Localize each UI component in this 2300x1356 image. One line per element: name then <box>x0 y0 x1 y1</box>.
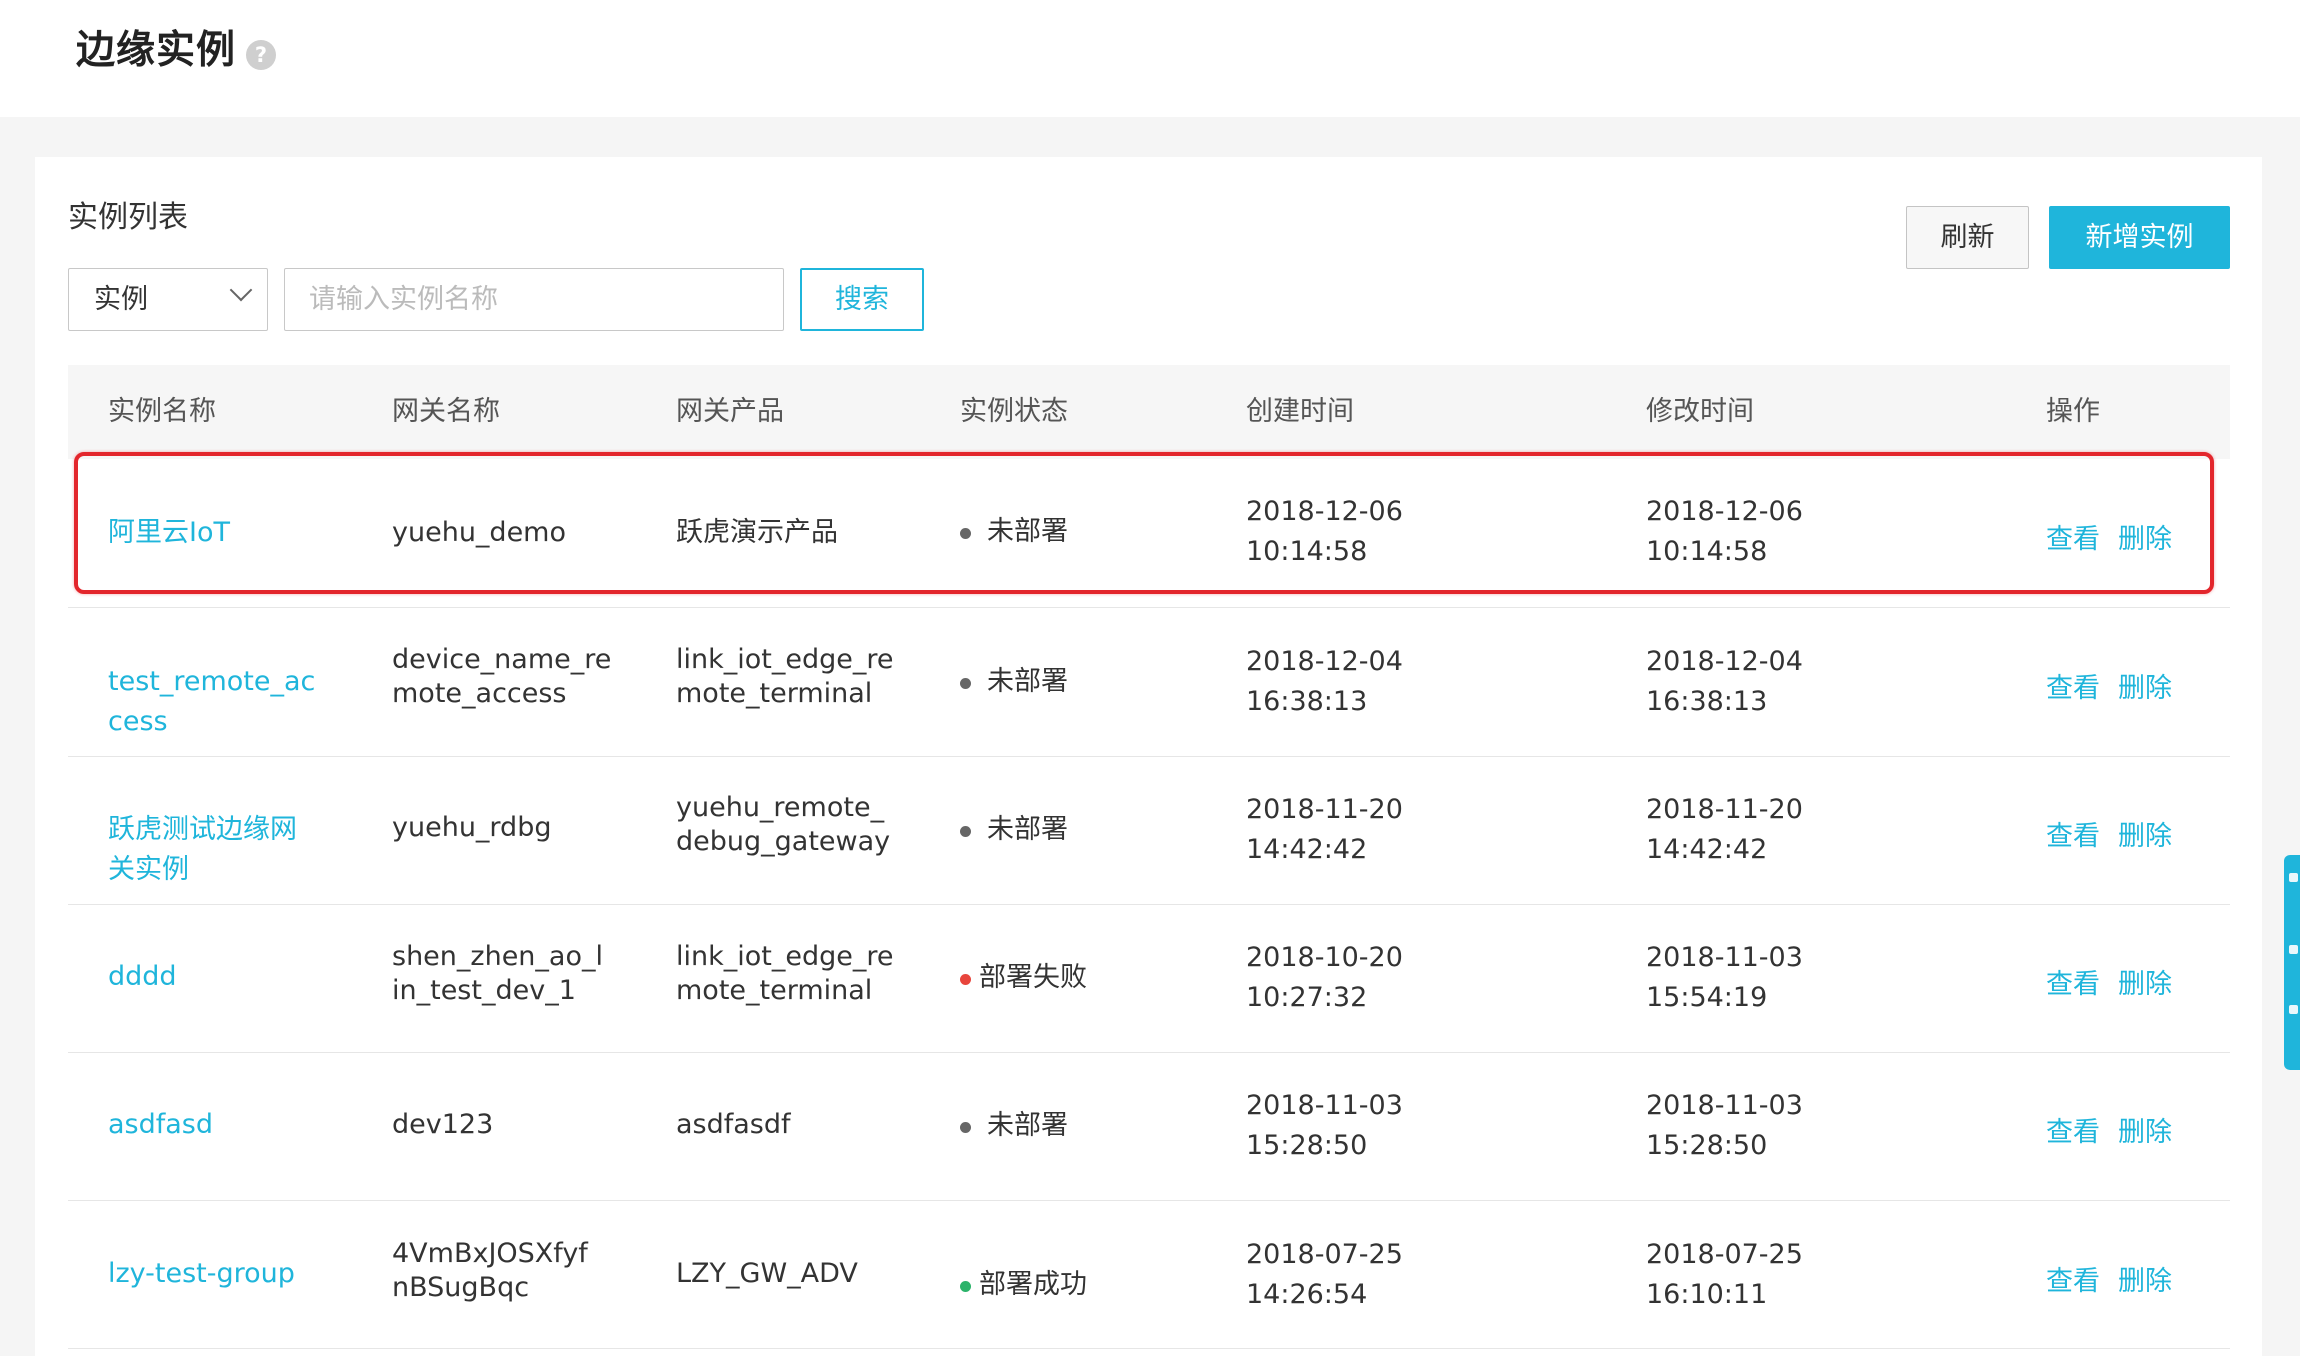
section-title: 实例列表 <box>68 200 188 235</box>
chevron-down-icon <box>229 278 253 302</box>
gateway-name: shen_zhen_ao_l in_test_dev_1 <box>392 941 603 1006</box>
modified-time: 16:10:11 <box>1646 1279 1768 1310</box>
view-link[interactable]: 查看 <box>2046 820 2100 854</box>
gateway-name: dev123 <box>392 1109 494 1140</box>
status-text: 部署成功 <box>979 1269 1087 1300</box>
delete-link[interactable]: 删除 <box>2118 1116 2172 1150</box>
created-time: 14:42:42 <box>1246 834 1368 865</box>
search-button[interactable]: 搜索 <box>800 268 924 331</box>
filter-type-select[interactable]: 实例 <box>68 268 268 331</box>
status-dot <box>960 678 971 689</box>
highlight-annotation <box>74 452 2214 594</box>
side-tab-mark <box>2289 945 2298 954</box>
status-dot <box>960 974 971 985</box>
status-dot <box>960 1122 971 1133</box>
gateway-product: link_iot_edge_re mote_terminal <box>676 941 894 1006</box>
help-icon[interactable]: ? <box>246 40 276 70</box>
instance-name-link[interactable]: test_remote_ac cess <box>108 662 315 742</box>
instance-name-link[interactable]: lzy-test-group <box>108 1257 295 1291</box>
column-header-gateway-name: 网关名称 <box>392 396 500 427</box>
modified-time: 14:42:42 <box>1646 834 1768 865</box>
column-header-modified-time: 修改时间 <box>1646 396 1754 427</box>
gateway-product: link_iot_edge_re mote_terminal <box>676 644 894 709</box>
column-header-created-time: 创建时间 <box>1246 396 1354 427</box>
gateway-name: yuehu_rdbg <box>392 812 552 843</box>
filter-type-value: 实例 <box>94 284 148 315</box>
status-text: 未部署 <box>987 666 1068 697</box>
view-link[interactable]: 查看 <box>2046 1116 2100 1150</box>
created-date: 2018-12-04 <box>1246 646 1403 677</box>
modified-time: 15:54:19 <box>1646 982 1768 1013</box>
modified-date: 2018-11-03 <box>1646 942 1803 973</box>
created-date: 2018-11-20 <box>1246 794 1403 825</box>
view-link[interactable]: 查看 <box>2046 1265 2100 1299</box>
table-row: 跃虎测试边缘网 关实例 yuehu_rdbg yuehu_remote_ deb… <box>68 756 2230 905</box>
modified-time: 15:28:50 <box>1646 1130 1768 1161</box>
column-header-actions: 操作 <box>2046 396 2100 427</box>
table-row: asdfasd dev123 asdfasdf 未部署 2018-11-03 1… <box>68 1052 2230 1201</box>
view-link[interactable]: 查看 <box>2046 672 2100 706</box>
view-link[interactable]: 查看 <box>2046 968 2100 1002</box>
status-text: 未部署 <box>987 1110 1068 1141</box>
column-header-status: 实例状态 <box>960 396 1068 427</box>
status-dot <box>960 1281 971 1292</box>
created-date: 2018-10-20 <box>1246 942 1403 973</box>
search-input[interactable] <box>284 268 784 331</box>
modified-date: 2018-12-04 <box>1646 646 1803 677</box>
page-title: 边缘实例 <box>76 28 237 73</box>
side-tab-mark <box>2289 1005 2298 1014</box>
gateway-product: yuehu_remote_ debug_gateway <box>676 792 891 857</box>
table-row: lzy-test-group 4VmBxJOSXfyf nBSugBqc LZY… <box>68 1200 2230 1349</box>
created-time: 14:26:54 <box>1246 1279 1368 1310</box>
side-tab-mark <box>2289 873 2298 882</box>
created-time: 10:27:32 <box>1246 982 1368 1013</box>
add-instance-button[interactable]: 新增实例 <box>2049 206 2230 269</box>
table-row: dddd shen_zhen_ao_l in_test_dev_1 link_i… <box>68 904 2230 1053</box>
modified-date: 2018-11-20 <box>1646 794 1803 825</box>
delete-link[interactable]: 删除 <box>2118 1265 2172 1299</box>
refresh-button[interactable]: 刷新 <box>1906 206 2029 269</box>
status-text: 未部署 <box>987 814 1068 845</box>
column-header-instance-name: 实例名称 <box>108 396 216 427</box>
modified-date: 2018-11-03 <box>1646 1090 1803 1121</box>
created-time: 15:28:50 <box>1246 1130 1368 1161</box>
gateway-name: 4VmBxJOSXfyf nBSugBqc <box>392 1238 588 1303</box>
table-header: 实例名称 网关名称 网关产品 实例状态 创建时间 修改时间 操作 <box>68 365 2230 459</box>
delete-link[interactable]: 删除 <box>2118 968 2172 1002</box>
gateway-product: LZY_GW_ADV <box>676 1258 858 1289</box>
column-header-gateway-product: 网关产品 <box>676 396 784 427</box>
instance-name-link[interactable]: dddd <box>108 960 177 994</box>
modified-time: 16:38:13 <box>1646 686 1768 717</box>
delete-link[interactable]: 删除 <box>2118 820 2172 854</box>
feedback-side-tab[interactable] <box>2284 855 2300 1070</box>
gateway-product: asdfasdf <box>676 1109 791 1140</box>
status-dot <box>960 826 971 837</box>
created-time: 16:38:13 <box>1246 686 1368 717</box>
instance-name-link[interactable]: 跃虎测试边缘网 关实例 <box>108 810 297 890</box>
instance-name-link[interactable]: asdfasd <box>108 1108 213 1142</box>
table-row: test_remote_ac cess device_name_re mote_… <box>68 608 2230 757</box>
created-date: 2018-11-03 <box>1246 1090 1403 1121</box>
gateway-name: device_name_re mote_access <box>392 644 612 709</box>
page-header: 边缘实例 ? <box>0 0 2300 117</box>
delete-link[interactable]: 删除 <box>2118 672 2172 706</box>
status-text: 部署失败 <box>979 962 1087 993</box>
created-date: 2018-07-25 <box>1246 1239 1403 1270</box>
modified-date: 2018-07-25 <box>1646 1239 1803 1270</box>
